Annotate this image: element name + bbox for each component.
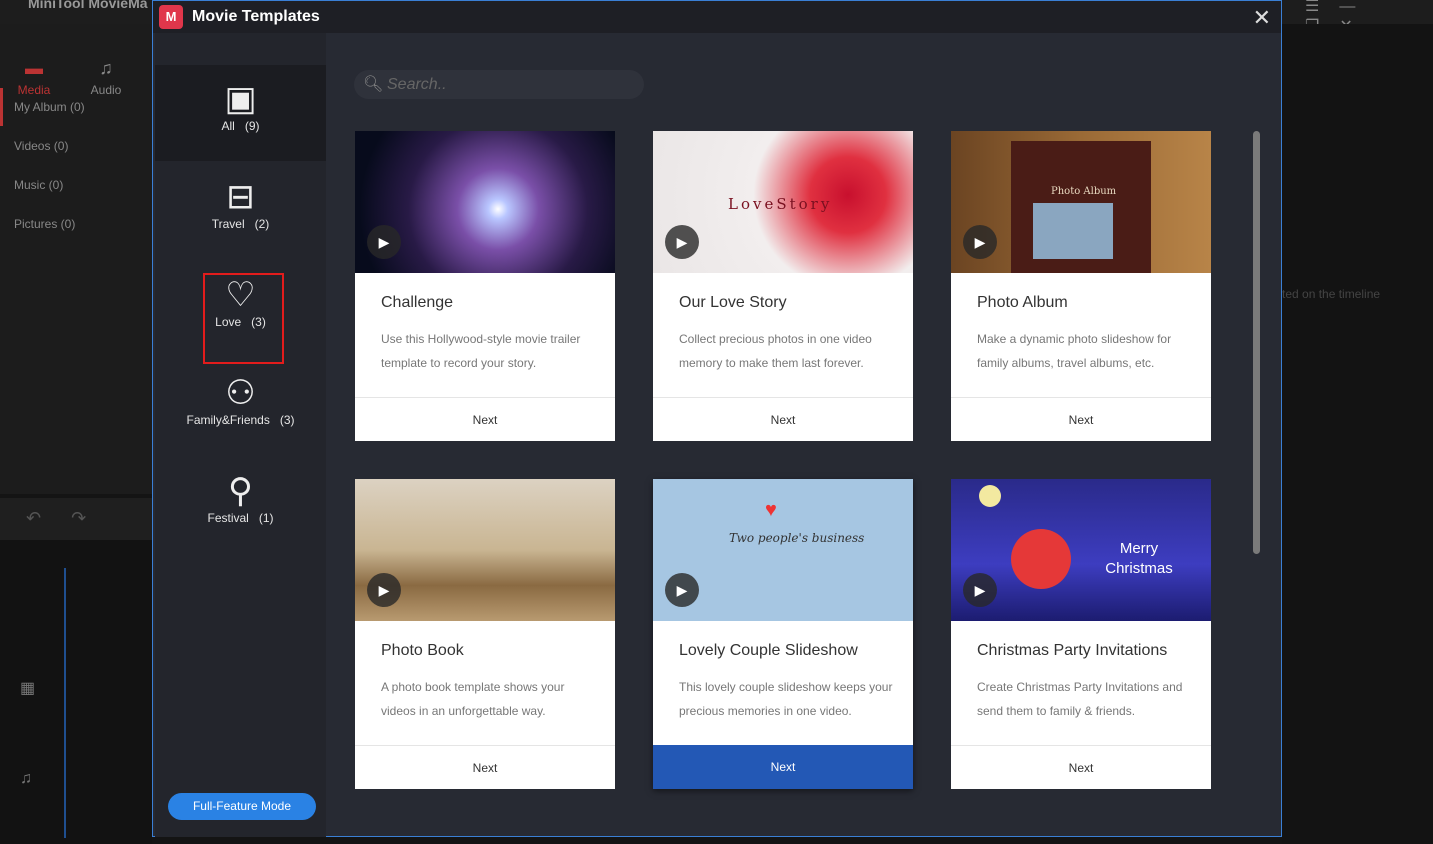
next-button[interactable]: Next — [951, 397, 1211, 441]
template-card[interactable]: Photo Album ▶ Photo Album Make a dynamic … — [951, 131, 1211, 441]
play-icon[interactable]: ▶ — [963, 225, 997, 259]
category-family-friends[interactable]: ⚇ Family&Friends (3) — [155, 359, 326, 455]
template-thumbnail[interactable]: LoveStory ▶ — [653, 131, 913, 273]
preview-hint: ted on the timeline — [1282, 287, 1381, 301]
template-description: A photo book template shows your videos … — [381, 680, 565, 718]
music-icon: ♫ — [99, 58, 113, 78]
template-thumbnail[interactable]: Merry Christmas ▶ — [951, 479, 1211, 621]
undo-redo-icons[interactable]: ↶↷ — [0, 498, 152, 540]
template-name: Photo Book — [381, 642, 464, 659]
next-button[interactable]: Next — [355, 397, 615, 441]
album-videos[interactable]: Videos (0) — [0, 127, 152, 165]
grid-icon: ▣ — [224, 80, 257, 118]
template-thumbnail[interactable]: Photo Album ▶ — [951, 131, 1211, 273]
preview-panel: ted on the timeline — [1282, 24, 1433, 844]
dialog-title: Movie Templates — [192, 8, 320, 25]
timeline: ↶↷ ▦ ♫ — [0, 498, 152, 844]
search-icon: 🔍︎ — [363, 76, 384, 93]
highlight-box — [203, 273, 284, 364]
category-festival[interactable]: ⚲ Festival (1) — [155, 457, 326, 553]
template-card[interactable]: Merry Christmas ▶ Christmas Party Invitat… — [951, 479, 1211, 789]
template-thumbnail[interactable]: Two people's business ♥ ▶ — [653, 479, 913, 621]
template-description: Collect precious photos in one video mem… — [679, 332, 872, 370]
scrollbar[interactable] — [1253, 131, 1260, 554]
next-button[interactable]: Next — [951, 745, 1211, 789]
template-card[interactable]: LoveStory ▶ Our Love Story Collect precio… — [653, 131, 913, 441]
folder-icon: ▬ — [25, 58, 43, 78]
category-all[interactable]: ▣ All (9) — [155, 65, 326, 161]
media-panel: ▬ Media ♫ Audio My Album (0) Videos (0) Mu… — [0, 24, 152, 494]
template-thumbnail[interactable]: ▶ — [355, 131, 615, 273]
template-card[interactable]: ▶ Photo Book A photo book template shows… — [355, 479, 615, 789]
full-feature-mode-button[interactable]: Full-Feature Mode — [168, 793, 316, 820]
template-description: Create Christmas Party Invitations and s… — [977, 680, 1183, 718]
balloon-icon: ⚲ — [228, 472, 253, 510]
album-music[interactable]: Music (0) — [0, 166, 152, 204]
close-icon[interactable]: ✕ — [1253, 5, 1271, 31]
play-icon[interactable]: ▶ — [367, 573, 401, 607]
album-pictures[interactable]: Pictures (0) — [0, 205, 152, 243]
app-title: MiniTool MovieMa — [28, 0, 148, 11]
music-track-icon: ♫ — [20, 770, 32, 787]
play-icon[interactable]: ▶ — [665, 573, 699, 607]
template-name: Lovely Couple Slideshow — [679, 642, 858, 659]
template-description: Use this Hollywood-style movie trailer t… — [381, 332, 581, 370]
template-thumbnail[interactable]: ▶ — [355, 479, 615, 621]
people-icon: ⚇ — [225, 374, 256, 412]
search-input[interactable]: 🔍︎ Search.. — [354, 70, 644, 99]
category-sidebar: ▣ All (9) ⊟ Travel (2) ♡ Love (3) ⚇ Family&F… — [155, 33, 326, 837]
template-name: Christmas Party Invitations — [977, 642, 1168, 659]
movie-templates-dialog: M Movie Templates ✕ ▣ All (9) ⊟ Travel (2)… — [152, 0, 1282, 837]
template-name: Our Love Story — [679, 294, 787, 311]
play-icon[interactable]: ▶ — [665, 225, 699, 259]
next-button[interactable]: Next — [653, 745, 913, 789]
film-icon: ▦ — [20, 680, 36, 697]
play-icon[interactable]: ▶ — [367, 225, 401, 259]
template-card[interactable]: ▶ Challenge Use this Hollywood-style mov… — [355, 131, 615, 441]
template-description: This lovely couple slideshow keeps your … — [679, 680, 893, 718]
next-button[interactable]: Next — [653, 397, 913, 441]
app-logo-icon: M — [159, 5, 183, 29]
category-travel[interactable]: ⊟ Travel (2) — [155, 163, 326, 259]
template-name: Photo Album — [977, 294, 1068, 311]
album-my-album[interactable]: My Album (0) — [0, 88, 152, 126]
template-name: Challenge — [381, 294, 454, 311]
next-button[interactable]: Next — [355, 745, 615, 789]
play-icon[interactable]: ▶ — [963, 573, 997, 607]
dialog-titlebar: M Movie Templates ✕ — [153, 1, 1281, 33]
template-description: Make a dynamic photo slideshow for famil… — [977, 332, 1172, 370]
luggage-icon: ⊟ — [226, 178, 255, 216]
template-card[interactable]: Two people's business ♥ ▶ Lovely Couple Sl… — [653, 479, 913, 789]
playhead[interactable] — [64, 568, 66, 838]
